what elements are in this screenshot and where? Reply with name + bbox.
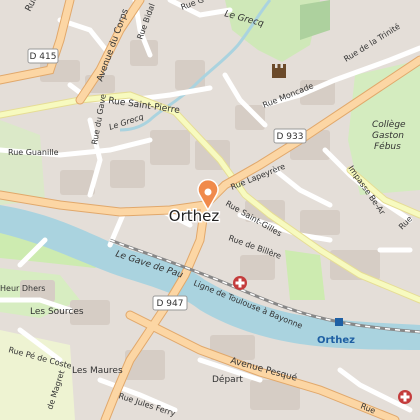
label-city-orthez: Orthez [169, 207, 220, 225]
college-line-2: Gaston [372, 131, 404, 141]
label-station-orthez: Orthez [317, 335, 355, 346]
map-svg: Rue des B Avenue du Corps Rue Bidal Rue … [0, 0, 420, 420]
shield-d947-text: D 947 [157, 299, 184, 309]
label-heur-dhers: Heur Dhers [0, 284, 45, 293]
south-east-green [285, 250, 325, 300]
castle-icon[interactable] [272, 64, 286, 78]
shield-d415-text: D 415 [30, 52, 57, 62]
college-line-3: Fébus [374, 141, 401, 152]
label-les-sources: Les Sources [30, 307, 84, 317]
shield-d933-text: D 933 [277, 132, 304, 142]
map-canvas[interactable]: Rue des B Avenue du Corps Rue Bidal Rue … [0, 0, 420, 420]
label-depart: Départ [212, 374, 243, 385]
train-station-icon[interactable] [335, 318, 343, 326]
college-line-1: Collège [372, 119, 406, 130]
hospital-icon-2[interactable] [398, 390, 412, 404]
shield-d947[interactable]: D 947 [152, 295, 188, 311]
shield-d415[interactable]: D 415 [27, 48, 59, 64]
label-rue-guanille: Rue Guanille [8, 148, 59, 157]
shield-d933[interactable]: D 933 [273, 128, 307, 144]
label-les-maures: Les Maures [72, 366, 123, 376]
hospital-icon[interactable] [233, 276, 247, 290]
